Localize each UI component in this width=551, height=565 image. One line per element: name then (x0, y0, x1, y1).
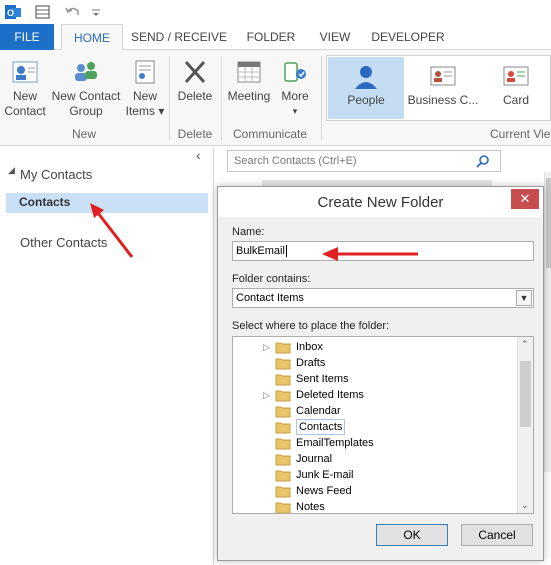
arrow-to-name-field (322, 247, 418, 261)
arrow-to-contacts (90, 203, 134, 258)
annotation-arrows (90, 203, 418, 261)
